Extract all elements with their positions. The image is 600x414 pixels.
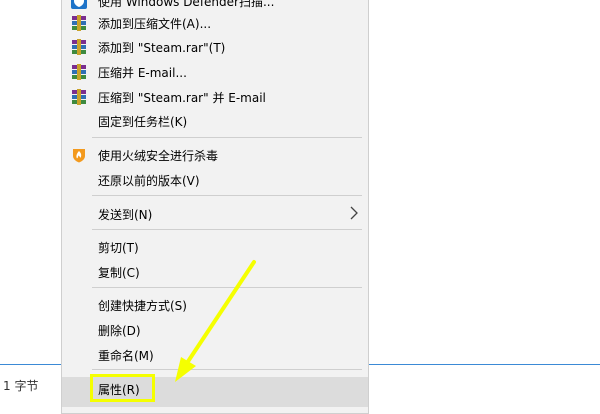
menu-item-label: 使用火绒安全进行杀毒 [98,149,219,163]
menu-item-label: 还原以前的版本(V) [98,174,200,188]
menu-item-add-to-steam-rar[interactable]: 添加到 "Steam.rar"(T) [62,35,368,59]
menu-separator [92,195,362,196]
winrar-icon [72,89,86,105]
menu-item-label: 属性(R) [98,383,140,397]
menu-item-compress-and-email[interactable]: 压缩并 E-mail... [62,60,368,84]
status-text: 1 字节 [3,379,39,393]
menu-item-label: 压缩到 "Steam.rar" 并 E-mail [98,91,266,105]
menu-item-label: 添加到 "Steam.rar"(T) [98,41,226,55]
menu-item-delete[interactable]: 删除(D) [62,318,368,342]
huorong-icon [73,149,85,163]
menu-item-cut[interactable]: 剪切(T) [62,235,368,259]
menu-item-label: 添加到压缩文件(A)... [98,17,212,31]
menu-item-create-shortcut[interactable]: 创建快捷方式(S) [62,293,368,317]
menu-item-label: 复制(C) [98,266,140,280]
winrar-icon [72,64,86,80]
menu-item-label: 发送到(N) [98,208,153,222]
menu-separator [92,229,362,230]
winrar-icon [72,39,86,55]
context-menu: 使用 Windows Defender扫描... 添加到压缩文件(A)... 添… [61,0,369,414]
menu-item-send-to[interactable]: 发送到(N) [62,202,368,226]
menu-item-copy[interactable]: 复制(C) [62,260,368,284]
winrar-icon [72,15,86,31]
menu-item-label: 删除(D) [98,324,141,338]
windows-defender-icon [71,0,87,9]
chevron-right-icon [350,206,358,220]
menu-item-add-to-archive[interactable]: 添加到压缩文件(A)... [62,11,368,35]
menu-separator [92,137,362,138]
menu-item-compress-steam-rar-and-email[interactable]: 压缩到 "Steam.rar" 并 E-mail [62,85,368,109]
menu-separator [92,369,362,370]
menu-item-pin-to-taskbar[interactable]: 固定到任务栏(K) [62,109,368,133]
menu-item-label: 使用 Windows Defender扫描... [98,0,275,9]
menu-item-label: 固定到任务栏(K) [98,115,188,129]
menu-item-restore-previous-versions[interactable]: 还原以前的版本(V) [62,168,368,192]
menu-item-properties[interactable]: 属性(R) [62,374,368,407]
menu-item-label: 重命名(M) [98,349,154,363]
menu-item-label: 剪切(T) [98,241,139,255]
menu-item-huorong-scan[interactable]: 使用火绒安全进行杀毒 [62,143,368,167]
menu-item-label: 创建快捷方式(S) [98,299,187,313]
menu-separator [92,287,362,288]
menu-item-rename[interactable]: 重命名(M) [62,343,368,367]
menu-item-label: 压缩并 E-mail... [98,66,187,80]
